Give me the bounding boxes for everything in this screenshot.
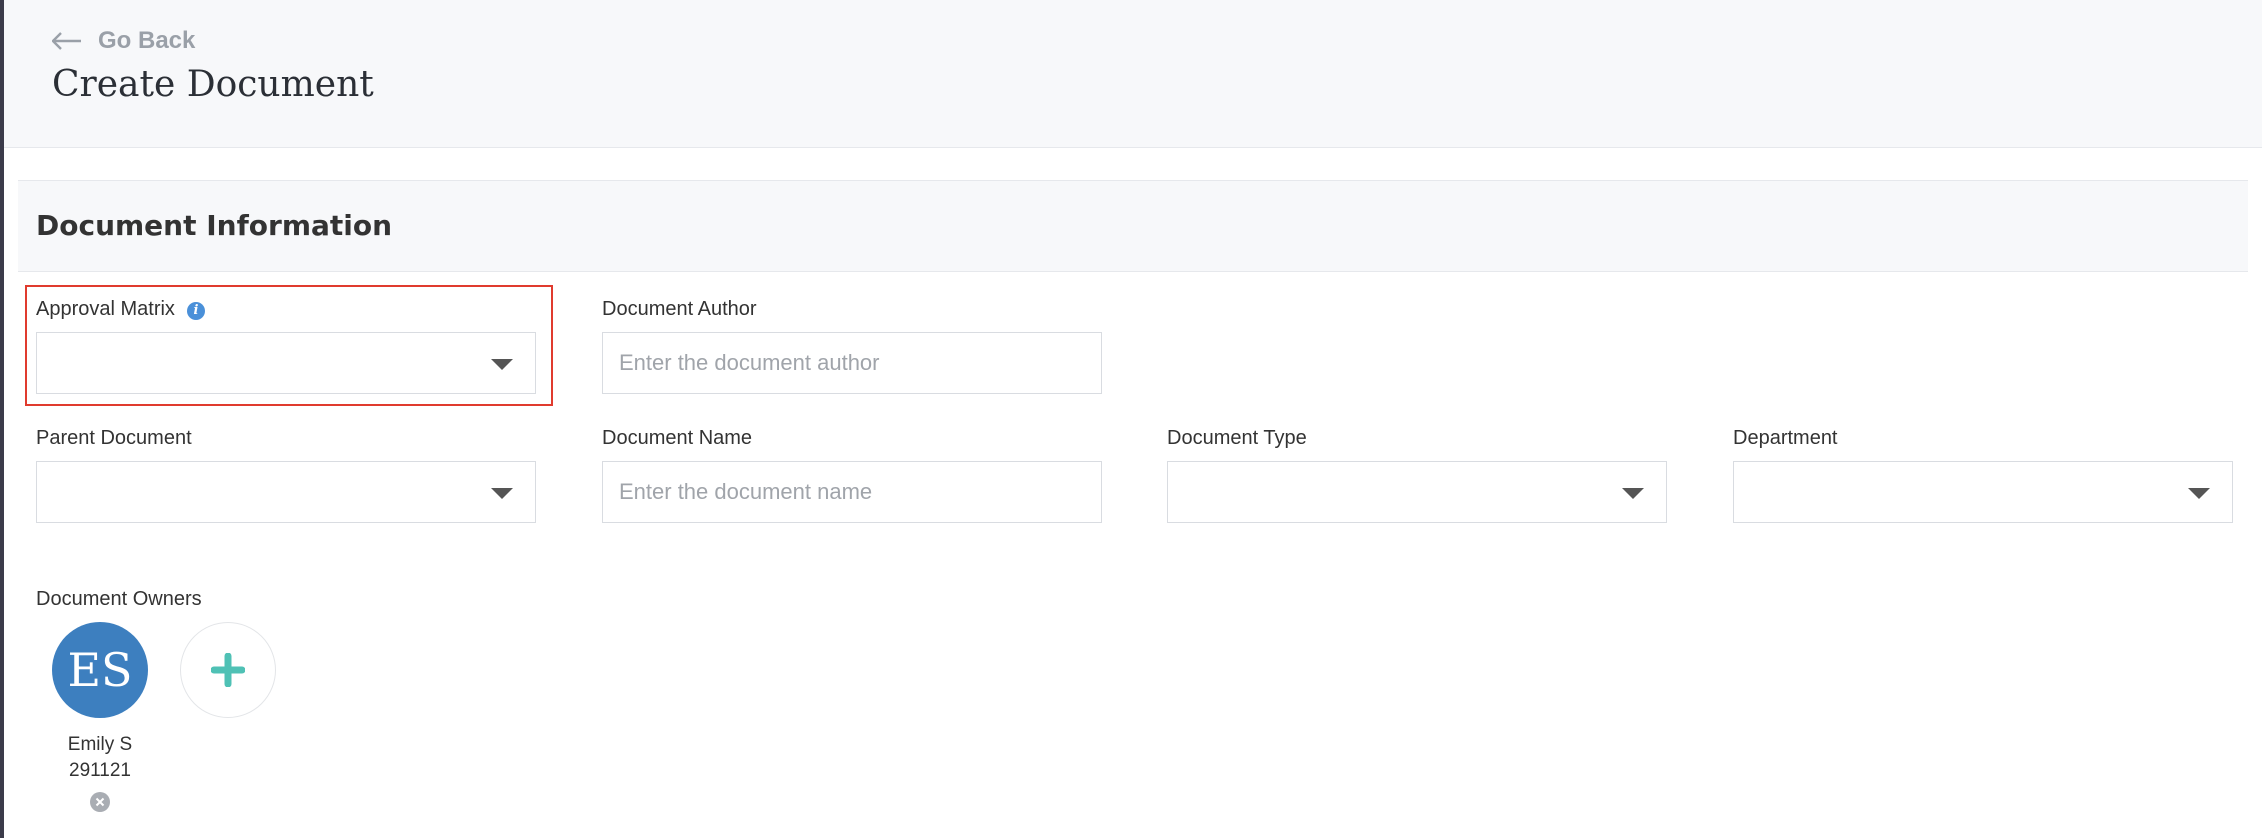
caret-down-icon	[1622, 488, 1644, 499]
department-select[interactable]	[1733, 461, 2233, 523]
add-owner-button[interactable]	[180, 622, 276, 718]
avatar[interactable]: ES	[52, 622, 148, 718]
document-type-label: Document Type	[1167, 427, 1307, 449]
document-name-label: Document Name	[602, 427, 753, 449]
approval-matrix-label-text: Approval Matrix	[36, 298, 175, 320]
document-name-input[interactable]	[602, 461, 1102, 523]
remove-owner-icon[interactable]	[90, 792, 110, 812]
document-author-input[interactable]	[602, 332, 1102, 394]
department-label: Department	[1733, 427, 1838, 449]
caret-down-icon	[491, 488, 513, 499]
parent-document-label: Parent Document	[36, 427, 192, 449]
approval-matrix-select[interactable]	[36, 332, 536, 394]
document-type-select[interactable]	[1167, 461, 1667, 523]
caret-down-icon	[491, 359, 513, 370]
owner-name-line2: 291121	[69, 760, 131, 781]
go-back-label: Go Back	[98, 27, 196, 54]
page-title: Create Document	[52, 64, 374, 105]
go-back-link[interactable]: Go Back	[52, 26, 195, 56]
caret-down-icon	[2188, 488, 2210, 499]
info-icon[interactable]: i	[186, 302, 205, 320]
document-author-label: Document Author	[602, 298, 757, 320]
owner-name: Emily S 291121	[68, 732, 132, 784]
parent-document-select[interactable]	[36, 461, 536, 523]
arrow-left-icon	[52, 26, 82, 56]
section-title: Document Information	[36, 209, 393, 242]
page-header: Go Back Create Document	[4, 0, 2262, 148]
approval-matrix-label: Approval Matrix i	[36, 298, 205, 321]
owner-item: ES Emily S 291121	[52, 622, 148, 812]
section-header: Document Information	[18, 180, 2248, 272]
owner-name-line1: Emily S	[67, 734, 133, 755]
document-owners-label: Document Owners	[36, 588, 202, 610]
plus-icon	[211, 653, 245, 687]
